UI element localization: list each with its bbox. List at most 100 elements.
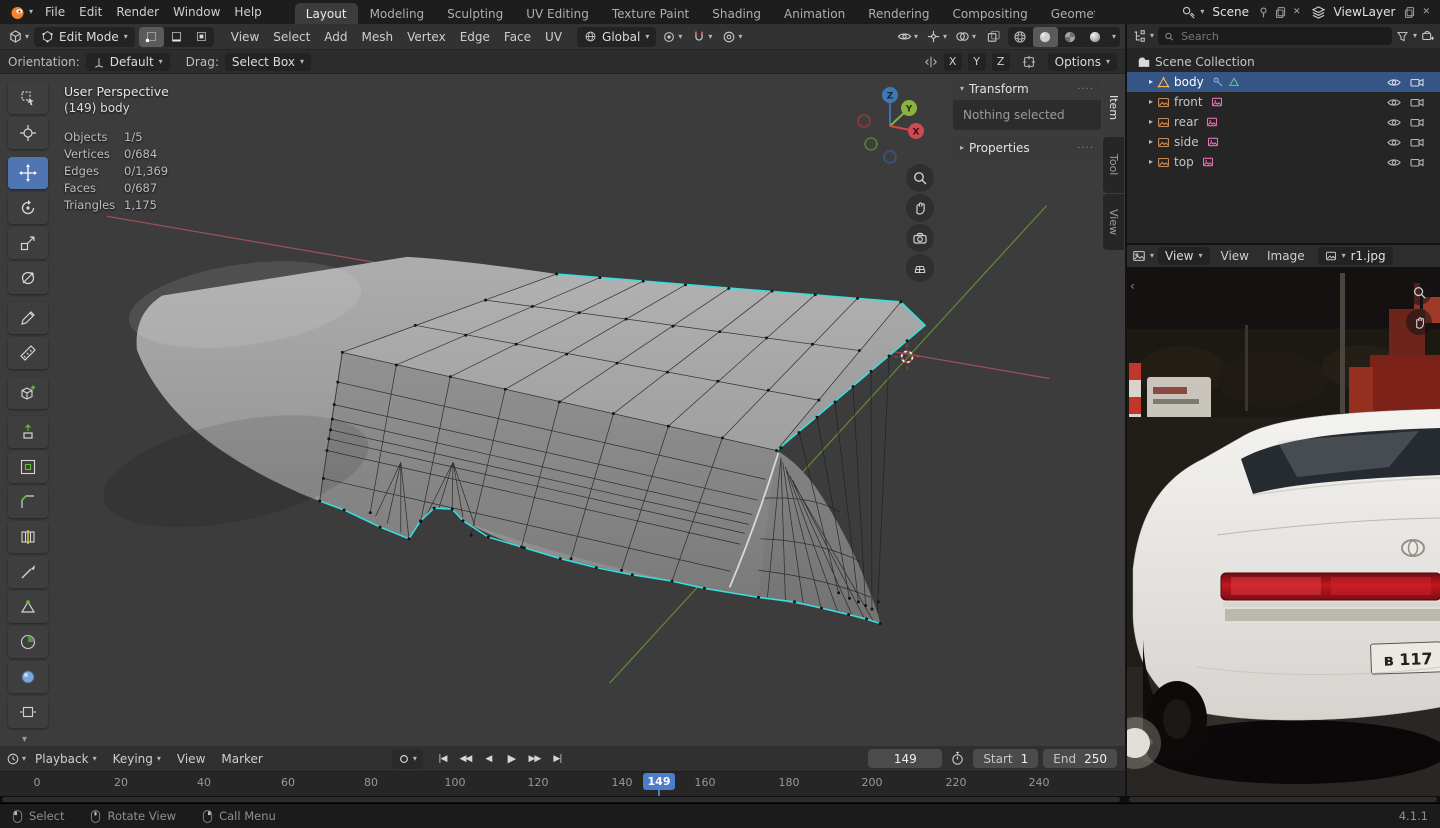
image-menu-view[interactable]: View — [1214, 245, 1256, 267]
outliner-row-body[interactable]: ▸ body — [1127, 72, 1440, 92]
outliner-row-rear[interactable]: ▸ rear — [1127, 112, 1440, 132]
camera-restrict-icon[interactable] — [1410, 116, 1424, 129]
transform-panel-header[interactable]: ▾ Transform ···· — [953, 78, 1101, 100]
jump-to-start-button[interactable]: |◀ — [431, 749, 454, 769]
perspective-toggle-button[interactable] — [906, 254, 934, 282]
tool-annotate[interactable] — [8, 302, 48, 334]
mirror-z-toggle[interactable]: Z — [991, 52, 1010, 71]
viewport-3d[interactable]: User Perspective (149) body Objects 1/5 V… — [0, 74, 1125, 746]
outliner-row-side[interactable]: ▸ side — [1127, 132, 1440, 152]
options-dropdown[interactable]: Options ▾ — [1047, 52, 1117, 71]
outliner-row-front[interactable]: ▸ front — [1127, 92, 1440, 112]
chevron-down-icon[interactable]: ▾ — [1150, 32, 1154, 40]
chevron-down-icon[interactable]: ▾ — [413, 754, 417, 763]
orientation-setting-dropdown[interactable]: Default ▾ — [85, 52, 170, 71]
tool-scale[interactable] — [8, 227, 48, 259]
tool-measure[interactable] — [8, 337, 48, 369]
shading-dropdown-icon[interactable]: ▾ — [1108, 32, 1120, 41]
camera-restrict-icon[interactable] — [1410, 76, 1424, 89]
timeline-menu-marker[interactable]: Marker — [214, 746, 269, 771]
panel-grip-icon[interactable]: ···· — [1077, 143, 1094, 154]
eye-icon[interactable] — [1387, 76, 1401, 89]
eye-icon[interactable] — [1387, 116, 1401, 129]
camera-restrict-icon[interactable] — [1410, 136, 1424, 149]
tab-texture-paint[interactable]: Texture Paint — [601, 3, 700, 24]
image-view-mode-dropdown[interactable]: View ▾ — [1158, 247, 1210, 265]
tool-edge-slide[interactable] — [8, 696, 48, 728]
vp-menu-view[interactable]: View — [224, 24, 266, 49]
mirror-x-toggle[interactable]: X — [943, 52, 962, 71]
vp-menu-add[interactable]: Add — [317, 24, 354, 49]
collection-name[interactable]: Scene Collection — [1155, 55, 1255, 69]
record-icon[interactable] — [398, 753, 410, 765]
new-viewlayer-icon[interactable] — [1403, 6, 1416, 19]
outliner-row-top[interactable]: ▸ top — [1127, 152, 1440, 172]
timeline-ruler[interactable]: 0 20 40 60 80 100 120 140 160 180 200 22… — [0, 771, 1125, 797]
tool-transform[interactable] — [8, 262, 48, 294]
viewlayer-remove-button[interactable]: ✕ — [1420, 7, 1432, 17]
scene-unlink-button[interactable]: ✕ — [1291, 7, 1303, 17]
camera-view-button[interactable] — [906, 224, 934, 252]
tool-cursor[interactable] — [8, 117, 48, 149]
edge-select-button[interactable] — [164, 27, 189, 47]
timeline-menu-view[interactable]: View — [170, 746, 212, 771]
pan-button[interactable] — [906, 194, 934, 222]
disclosure-icon[interactable]: ▸ — [1149, 118, 1153, 126]
outliner-search[interactable] — [1158, 27, 1392, 45]
tool-loop-cut[interactable] — [8, 521, 48, 553]
shading-rendered-button[interactable] — [1083, 27, 1108, 47]
scrollbar-handle[interactable] — [2, 797, 1120, 802]
mesh-data-icon[interactable] — [1228, 76, 1240, 88]
eye-icon[interactable] — [1387, 136, 1401, 149]
tool-knife[interactable] — [8, 556, 48, 588]
image-data-icon[interactable] — [1207, 136, 1219, 148]
timeline-editor-icon[interactable] — [6, 752, 20, 766]
camera-restrict-icon[interactable] — [1410, 156, 1424, 169]
shading-wireframe-button[interactable] — [1008, 27, 1033, 47]
new-collection-icon[interactable] — [1421, 29, 1435, 43]
vp-menu-uv[interactable]: UV — [538, 24, 569, 49]
mirror-y-toggle[interactable]: Y — [967, 52, 986, 71]
chevron-down-icon[interactable]: ▾ — [1150, 252, 1154, 260]
tool-tweak[interactable] — [8, 82, 48, 114]
viewport-canvas[interactable] — [0, 74, 1125, 746]
panel-grip-icon[interactable]: ···· — [1077, 84, 1094, 95]
jump-to-end-button[interactable]: ▶| — [546, 749, 569, 769]
tool-add-cube[interactable] — [8, 377, 48, 409]
tab-shading[interactable]: Shading — [701, 3, 772, 24]
tool-rotate[interactable] — [8, 192, 48, 224]
navigation-gizmo[interactable]: Z Y X — [852, 84, 928, 164]
tab-sculpting[interactable]: Sculpting — [436, 3, 514, 24]
tab-rendering[interactable]: Rendering — [857, 3, 940, 24]
image-datablock-selector[interactable]: ▾ r1.jpg — [1317, 247, 1393, 265]
search-input[interactable] — [1179, 28, 1386, 44]
image-data-icon[interactable] — [1211, 96, 1223, 108]
playhead[interactable]: 149 — [643, 773, 675, 790]
npanel-tab-view[interactable]: View — [1103, 194, 1124, 250]
current-frame-field[interactable]: 149 — [868, 749, 943, 768]
vp-menu-mesh[interactable]: Mesh — [355, 24, 401, 49]
eye-icon[interactable] — [1387, 96, 1401, 109]
menu-help[interactable]: Help — [227, 0, 268, 24]
image-editor-canvas[interactable]: в 117 ‹ — [1127, 267, 1440, 796]
chevron-down-icon[interactable]: ▾ — [1200, 8, 1204, 16]
scrollbar-handle[interactable] — [1129, 797, 1437, 802]
chevron-down-icon[interactable]: ▾ — [1413, 32, 1417, 40]
object-name[interactable]: front — [1174, 95, 1203, 109]
tool-smooth[interactable] — [8, 661, 48, 693]
tab-geometry-nodes[interactable]: Geometry Nodes — [1040, 3, 1095, 24]
chevron-down-icon[interactable]: ▾ — [22, 754, 26, 763]
zoom-button[interactable] — [906, 164, 934, 192]
toolbar-expand-button[interactable]: ▾ — [22, 734, 27, 745]
gizmos-button[interactable]: ▾ — [923, 29, 950, 44]
horizontal-scrollbar-track[interactable] — [0, 796, 1440, 803]
tool-extrude[interactable] — [8, 416, 48, 448]
shading-material-button[interactable] — [1058, 27, 1083, 47]
shading-solid-button[interactable] — [1032, 26, 1058, 47]
image-menu-image[interactable]: Image — [1260, 245, 1312, 267]
timeline-menu-keying[interactable]: Keying ▾ — [106, 746, 168, 771]
tab-compositing[interactable]: Compositing — [941, 3, 1038, 24]
tab-layout[interactable]: Layout — [294, 3, 358, 24]
viewlayer-name[interactable]: ViewLayer — [1330, 5, 1400, 19]
face-select-button[interactable] — [189, 27, 214, 47]
